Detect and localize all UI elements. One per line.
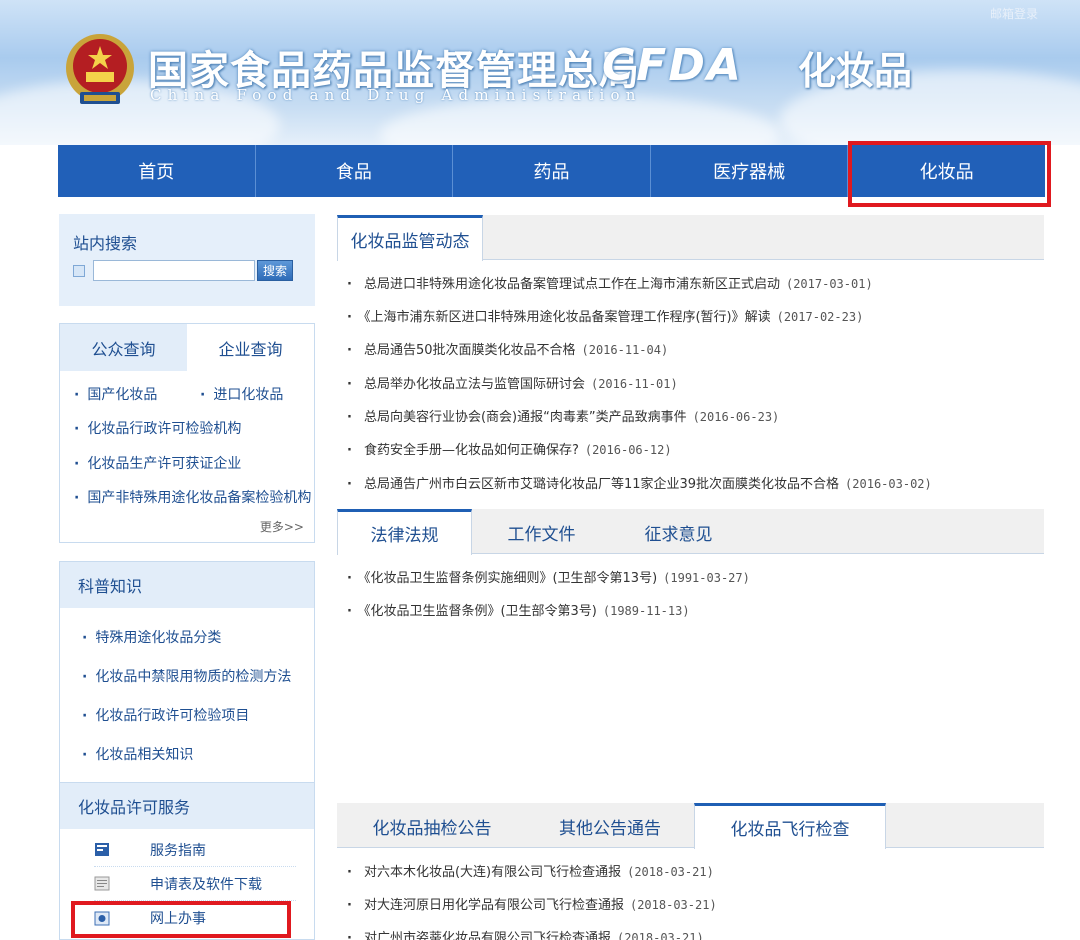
- nav-cosmetics[interactable]: 化妆品: [848, 145, 1045, 197]
- site-header: 邮箱登录 国家食品药品监督管理总局 China Food and Drug Ad…: [0, 0, 1080, 145]
- site-search-title: 站内搜索: [73, 234, 138, 253]
- search-button[interactable]: 搜索: [257, 260, 294, 281]
- news-item[interactable]: 总局向美容行业协会(商会)通报“肉毒素”类产品致病事件(2016-06-23): [347, 406, 779, 425]
- cfda-logo: CFDA: [602, 40, 743, 91]
- tab-sampling-announcements[interactable]: 化妆品抽检公告: [337, 803, 527, 849]
- news-item[interactable]: 总局通告50批次面膜类化妆品不合格(2016-11-04): [347, 339, 668, 358]
- notice-item[interactable]: 对六本木化妆品(大连)有限公司飞行检查通报(2018-03-21): [347, 861, 714, 880]
- notices-panel: 化妆品抽检公告 其他公告通告 化妆品飞行检查 对六本木化妆品(大连)有限公司飞行…: [337, 803, 1044, 940]
- tab-enterprise-query[interactable]: 企业查询: [187, 324, 314, 371]
- query-more-link[interactable]: 更多>>: [260, 518, 304, 535]
- nav-home[interactable]: 首页: [58, 145, 256, 197]
- service-item-label: 服务指南: [150, 842, 206, 859]
- laws-panel: 法律法规 工作文件 征求意见 《化妆品卫生监督条例实施细则》(卫生部令第13号)…: [337, 509, 1044, 619]
- search-input[interactable]: [93, 260, 255, 281]
- nav-drugs[interactable]: 药品: [453, 145, 651, 197]
- law-item[interactable]: 《化妆品卫生监督条例实施细则》(卫生部令第13号)(1991-03-27): [347, 567, 750, 586]
- law-item[interactable]: 《化妆品卫生监督条例》(卫生部令第3号)(1989-11-13): [347, 600, 690, 619]
- tab-public-query[interactable]: 公众查询: [60, 324, 187, 371]
- main-nav: 首页 食品 药品 医疗器械 化妆品: [58, 145, 1045, 197]
- science-item[interactable]: 特殊用途化妆品分类: [82, 627, 221, 647]
- query-imported-cosmetics[interactable]: 进口化妆品: [200, 384, 283, 404]
- news-item[interactable]: 总局举办化妆品立法与监管国际研讨会(2016-11-01): [347, 373, 678, 392]
- science-item[interactable]: 化妆品行政许可检验项目: [82, 705, 249, 725]
- national-emblem-icon: [66, 34, 134, 104]
- online-service-link[interactable]: 网上办事: [94, 901, 296, 935]
- news-item[interactable]: 食药安全手册—化妆品如何正确保存?(2016-06-12): [347, 439, 672, 458]
- nav-medical-devices[interactable]: 医疗器械: [651, 145, 849, 197]
- query-domestic-cosmetics[interactable]: 国产化妆品: [74, 384, 157, 404]
- mail-login-link[interactable]: 邮箱登录: [990, 5, 1038, 22]
- service-box: 化妆品许可服务 服务指南 申请表及软件下载 网上办事: [59, 783, 315, 940]
- site-search-box: 站内搜索 搜索: [59, 214, 315, 306]
- form-download-link[interactable]: 申请表及软件下载: [94, 867, 296, 901]
- tab-work-documents[interactable]: 工作文件: [474, 509, 609, 555]
- tab-flight-inspections[interactable]: 化妆品飞行检查: [694, 803, 886, 849]
- tab-public-consultation[interactable]: 征求意见: [611, 509, 746, 555]
- site-subtitle: China Food and Drug Administration: [150, 86, 642, 104]
- form-document-icon: [94, 876, 110, 891]
- query-filing-testing-agencies[interactable]: 国产非特殊用途化妆品备案检验机构: [74, 487, 311, 507]
- nav-food[interactable]: 食品: [256, 145, 454, 197]
- news-item[interactable]: 《上海市浦东新区进口非特殊用途化妆品备案管理工作程序(暂行)》解读(2017-0…: [347, 306, 863, 325]
- science-item[interactable]: 化妆品相关知识: [82, 744, 193, 764]
- tab-other-announcements[interactable]: 其他公告通告: [527, 803, 693, 849]
- news-item[interactable]: 总局通告广州市白云区新市艾璐诗化妆品厂等11家企业39批次面膜类化妆品不合格(2…: [347, 473, 932, 492]
- science-item[interactable]: 化妆品中禁限用物质的检测方法: [82, 666, 291, 686]
- online-service-icon: [94, 911, 110, 925]
- news-item[interactable]: 总局进口非特殊用途化妆品备案管理试点工作在上海市浦东新区正式启动(2017-03…: [347, 273, 873, 292]
- science-title: 科普知识: [60, 562, 314, 608]
- query-box: 公众查询 企业查询 国产化妆品 进口化妆品 化妆品行政许可检验机构 化妆品生产许…: [59, 323, 315, 543]
- search-scope-icon: [73, 264, 85, 277]
- science-box: 科普知识 特殊用途化妆品分类 化妆品中禁限用物质的检测方法 化妆品行政许可检验项…: [59, 561, 315, 783]
- query-admin-testing-agencies[interactable]: 化妆品行政许可检验机构: [74, 418, 241, 438]
- tab-laws-regulations[interactable]: 法律法规: [337, 509, 472, 555]
- news-panel: 化妆品监管动态 总局进口非特殊用途化妆品备案管理试点工作在上海市浦东新区正式启动…: [337, 215, 1044, 492]
- tab-cosmetics-regulation-news[interactable]: 化妆品监管动态: [337, 215, 483, 261]
- service-title: 化妆品许可服务: [60, 783, 314, 829]
- notice-item[interactable]: 对广州市姿蒂化妆品有限公司飞行检查通报(2018-03-21): [347, 927, 704, 940]
- section-title: 化妆品: [798, 49, 913, 93]
- service-item-label: 网上办事: [150, 911, 206, 927]
- service-item-label: 申请表及软件下载: [150, 876, 262, 893]
- guide-book-icon: [95, 843, 109, 856]
- service-guide-link[interactable]: 服务指南: [94, 833, 296, 867]
- query-production-licensed-firms[interactable]: 化妆品生产许可获证企业: [74, 453, 241, 473]
- notice-item[interactable]: 对大连河原日用化学品有限公司飞行检查通报(2018-03-21): [347, 894, 717, 913]
